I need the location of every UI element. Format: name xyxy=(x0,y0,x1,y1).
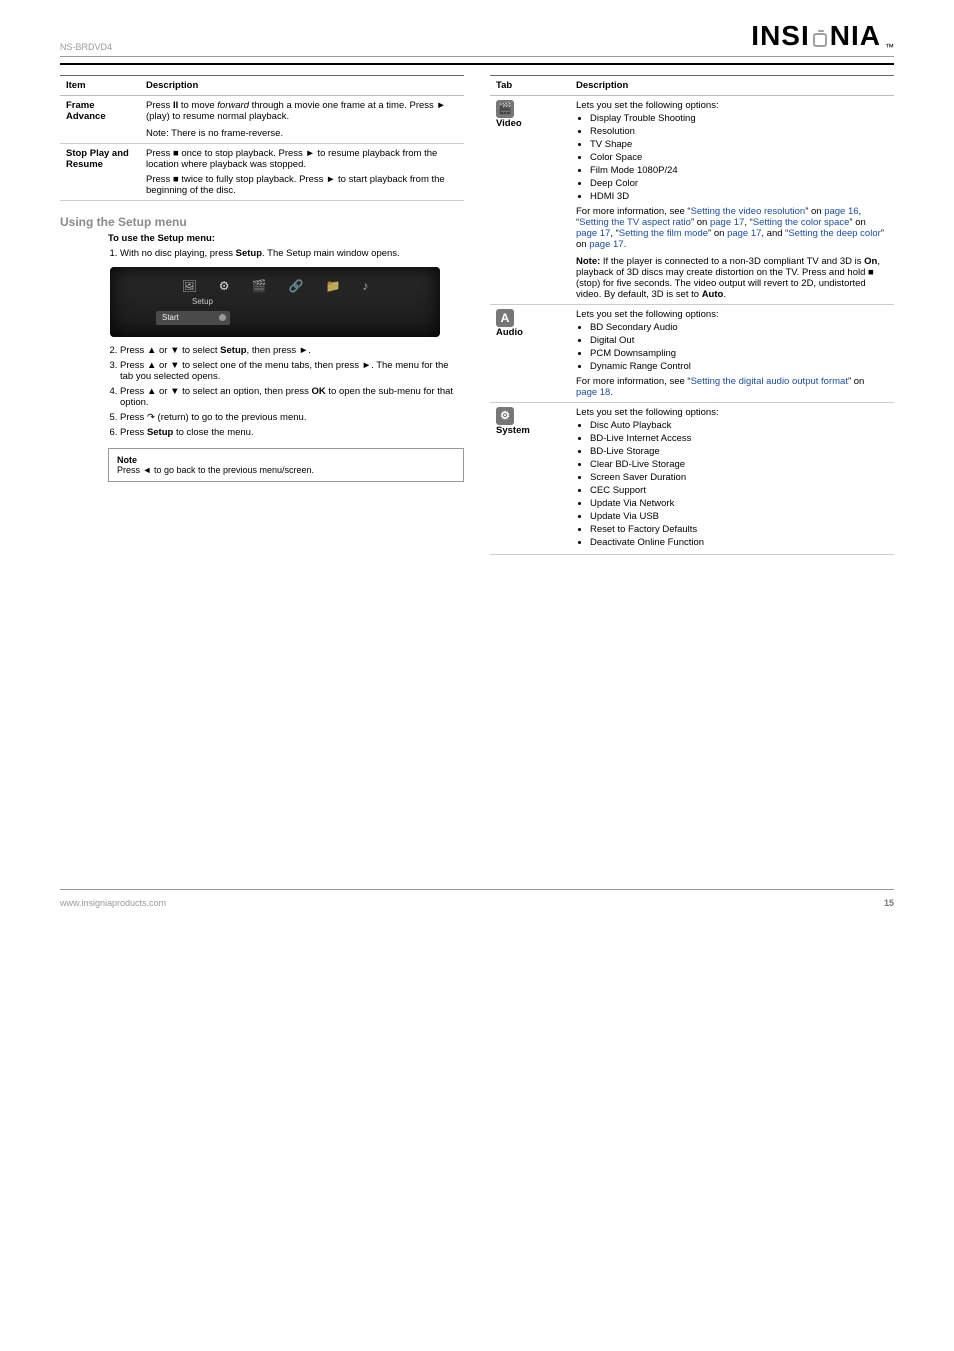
osd-setup-icon: ⚙︎ xyxy=(219,279,230,293)
cell-item: Frame Advance xyxy=(60,96,140,144)
right-arrow-icon xyxy=(299,345,308,356)
tab-cell-system: System xyxy=(490,403,570,555)
osd-start-button: Start xyxy=(156,311,230,325)
list-item: BD-Live Storage xyxy=(590,446,888,457)
video-options-list: Display Trouble Shooting Resolution TV S… xyxy=(590,113,888,202)
th-description: Description xyxy=(570,76,894,96)
step-2: Press or to select Setup, then press . xyxy=(120,345,464,356)
list-item: TV Shape xyxy=(590,139,888,150)
osd-link-icon: 🔗 xyxy=(289,279,304,293)
osd-thumb-icon: 🖼 xyxy=(182,279,197,293)
up-arrow-icon xyxy=(147,345,156,356)
stop-icon xyxy=(868,267,874,278)
osd-setup-label: Setup xyxy=(192,297,213,306)
cell-desc: Press once to stop playback. Press ► to … xyxy=(140,144,464,201)
osd-screenshot: 🖼 ⚙︎ 🎬 🔗 📁 ♪ Setup Start xyxy=(110,267,440,337)
list-item: Resolution xyxy=(590,126,888,137)
step-3: Press or to select one of the menu tabs,… xyxy=(120,360,464,382)
osd-icon-row: 🖼 ⚙︎ 🎬 🔗 📁 ♪ xyxy=(110,279,440,293)
header-rule xyxy=(60,63,894,65)
list-item: BD Secondary Audio xyxy=(590,322,888,333)
table-row-system: System Lets you set the following option… xyxy=(490,403,894,555)
list-item: Disc Auto Playback xyxy=(590,420,888,431)
setup-subhead: To use the Setup menu: xyxy=(108,233,215,244)
up-arrow-icon xyxy=(147,386,156,397)
table-row-video: Video Lets you set the following options… xyxy=(490,96,894,305)
right-column: Tab Description Video Lets you set the f… xyxy=(490,75,894,569)
th-tab: Tab xyxy=(490,76,570,96)
list-item: Update Via USB xyxy=(590,511,888,522)
up-arrow-icon xyxy=(147,360,156,371)
system-options-list: Disc Auto Playback BD-Live Internet Acce… xyxy=(590,420,888,548)
left-column: Item Description Frame Advance Press II … xyxy=(60,75,464,569)
note-box: Note Press to go back to the previous me… xyxy=(108,448,464,482)
setup-steps: With no disc playing, press Setup. The S… xyxy=(120,248,464,259)
th-description: Description xyxy=(140,76,464,96)
cell-desc: Press II to move forward through a movie… xyxy=(140,96,464,144)
tab-cell-video: Video xyxy=(490,96,570,305)
header: NS-BRDVD4 INSI NIA ™ xyxy=(60,20,894,57)
footer-url: www.insigniaproducts.com xyxy=(60,898,166,908)
right-arrow-icon xyxy=(362,360,371,371)
note-label: Note xyxy=(117,455,137,465)
table-header-row: Item Description xyxy=(60,76,464,96)
step-6: Press Setup to close the menu. xyxy=(120,427,464,438)
list-item: Dynamic Range Control xyxy=(590,361,888,372)
frame-advance-note: Note: There is no frame-reverse. xyxy=(146,128,458,139)
list-item: BD-Live Internet Access xyxy=(590,433,888,444)
list-item: Screen Saver Duration xyxy=(590,472,888,483)
osd-folder-icon: 📁 xyxy=(325,279,340,293)
th-item: Item xyxy=(60,76,140,96)
list-item: Digital Out xyxy=(590,335,888,346)
section-heading-setup: Using the Setup menu xyxy=(60,215,464,229)
system-tab-icon xyxy=(496,407,514,425)
list-item: Deactivate Online Function xyxy=(590,537,888,548)
desc-cell-audio: Lets you set the following options: BD S… xyxy=(570,305,894,403)
table-header-row: Tab Description xyxy=(490,76,894,96)
page-number: 15 xyxy=(884,898,894,908)
list-item: Clear BD-Live Storage xyxy=(590,459,888,470)
audio-options-list: BD Secondary Audio Digital Out PCM Downs… xyxy=(590,322,888,372)
table-row-stop-resume: Stop Play and Resume Press once to stop … xyxy=(60,144,464,201)
list-item: HDMI 3D xyxy=(590,191,888,202)
desc-cell-video: Lets you set the following options: Disp… xyxy=(570,96,894,305)
brand-nia: NIA xyxy=(830,20,881,52)
table-row-audio: Audio Lets you set the following options… xyxy=(490,305,894,403)
tab-cell-audio: Audio xyxy=(490,305,570,403)
audio-tab-icon xyxy=(496,309,514,327)
list-item: Reset to Factory Defaults xyxy=(590,524,888,535)
video-tab-icon xyxy=(496,100,514,118)
list-item: Deep Color xyxy=(590,178,888,189)
brand-insi: INSI xyxy=(751,20,809,52)
setup-steps-cont: Press or to select Setup, then press . P… xyxy=(120,345,464,438)
osd-movie-icon: 🎬 xyxy=(252,279,267,293)
desc-cell-system: Lets you set the following options: Disc… xyxy=(570,403,894,555)
playback-controls-table: Item Description Frame Advance Press II … xyxy=(60,75,464,201)
table-row-frame-advance: Frame Advance Press II to move forward t… xyxy=(60,96,464,144)
list-item: Display Trouble Shooting xyxy=(590,113,888,124)
cell-item: Stop Play and Resume xyxy=(60,144,140,201)
page-footer: www.insigniaproducts.com 15 xyxy=(60,889,894,908)
osd-start-dot-icon xyxy=(219,314,226,321)
brand-tm: ™ xyxy=(885,42,894,52)
step-1: With no disc playing, press Setup. The S… xyxy=(120,248,464,259)
tabs-table: Tab Description Video Lets you set the f… xyxy=(490,75,894,555)
list-item: PCM Downsampling xyxy=(590,348,888,359)
product-code: NS-BRDVD4 xyxy=(60,42,751,52)
brand-logo: INSI NIA ™ xyxy=(751,20,894,52)
list-item: Update Via Network xyxy=(590,498,888,509)
list-item: Film Mode 1080P/24 xyxy=(590,165,888,176)
return-icon: ↶ xyxy=(147,412,155,423)
brand-mark-icon xyxy=(813,33,827,47)
step-5: Press ↶ (return) to go to the previous m… xyxy=(120,412,464,423)
osd-note-icon: ♪ xyxy=(362,279,368,293)
list-item: CEC Support xyxy=(590,485,888,496)
step-4: Press or to select an option, then press… xyxy=(120,386,464,408)
list-item: Color Space xyxy=(590,152,888,163)
